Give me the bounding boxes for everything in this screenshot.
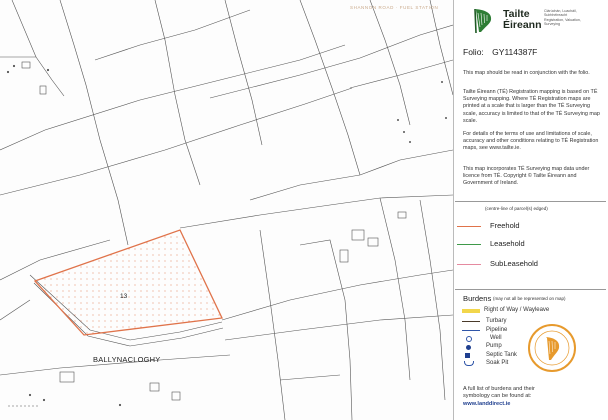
footer-line1: A full list of burdens and their xyxy=(463,386,535,392)
brand-name-line2: Éireann xyxy=(503,19,542,31)
burdens-divider xyxy=(455,289,606,290)
open-circle-icon xyxy=(466,336,472,342)
map-top-faint-text: SHANNON ROAD · FUEL STATION xyxy=(350,5,439,10)
blue-line-icon xyxy=(462,330,480,331)
leasehold-label: Leasehold xyxy=(490,239,525,248)
tenure-caption: (centre-line of parcel(s) edged) xyxy=(485,206,548,211)
landdirect-link[interactable]: www.landdirect.ie xyxy=(463,401,603,408)
leasehold-swatch xyxy=(457,244,481,245)
pipeline-label: Pipeline xyxy=(486,327,508,333)
subleasehold-swatch xyxy=(457,264,481,265)
right-of-way-label: Right of Way / Wayleave xyxy=(484,307,550,313)
footer-line2: symbology can be found at: xyxy=(463,393,532,400)
map-canvas[interactable]: 13 BALLYNACLOGHY SHANNON ROAD · FUEL STA… xyxy=(0,0,453,420)
note-terms-of-use: For details of the terms of use and limi… xyxy=(463,131,599,152)
yellow-band-icon xyxy=(462,309,480,313)
townland-label: BALLYNACLOGHY xyxy=(93,355,161,364)
burdens-footer: A full list of burdens and their symbolo… xyxy=(463,386,603,408)
field-boundaries xyxy=(0,0,453,420)
folio-label: Folio: xyxy=(463,47,484,57)
folio-number: GY114387F xyxy=(492,47,538,57)
soak-pit-label: Soak Pit xyxy=(486,360,509,366)
brand-sub-line4: Surveying xyxy=(544,21,560,26)
square-icon xyxy=(465,353,470,358)
harp-logo-icon xyxy=(474,8,492,34)
note-copyright: This map incorporates TÉ Surveying map d… xyxy=(463,166,590,187)
pump-label: Pump xyxy=(486,343,502,349)
dark-line-icon xyxy=(462,321,480,322)
turbary-label: Turbary xyxy=(486,318,507,324)
buildings xyxy=(21,61,407,401)
filled-circle-icon xyxy=(466,345,471,350)
parcel-number-label: 13 xyxy=(120,293,128,300)
freehold-parcel-13[interactable] xyxy=(33,229,223,336)
freehold-label: Freehold xyxy=(490,221,520,230)
brand-subtitle: Clárúchán, Luacháil, Suirbhéireacht Regi… xyxy=(544,9,604,26)
map-linework xyxy=(0,0,453,420)
burdens-caption: (may not all be represented on map) xyxy=(493,296,566,301)
folio-line: Folio: GY114387F xyxy=(463,47,537,57)
legend-divider xyxy=(455,201,606,202)
burdens-title: Burdens xyxy=(463,294,492,303)
septic-tank-label: Septic Tank xyxy=(486,352,517,358)
note-mapping-basis: Tailte Éireann (TÉ) Registration mapping… xyxy=(463,89,600,124)
note-read-with-folio: This map should be read in conjunction w… xyxy=(463,70,590,76)
brand-name: Tailte Éireann xyxy=(503,9,542,31)
freehold-swatch xyxy=(457,226,481,227)
subleasehold-label: SubLeasehold xyxy=(490,259,538,268)
well-label: Well xyxy=(490,335,502,341)
seal-icon xyxy=(528,324,576,372)
